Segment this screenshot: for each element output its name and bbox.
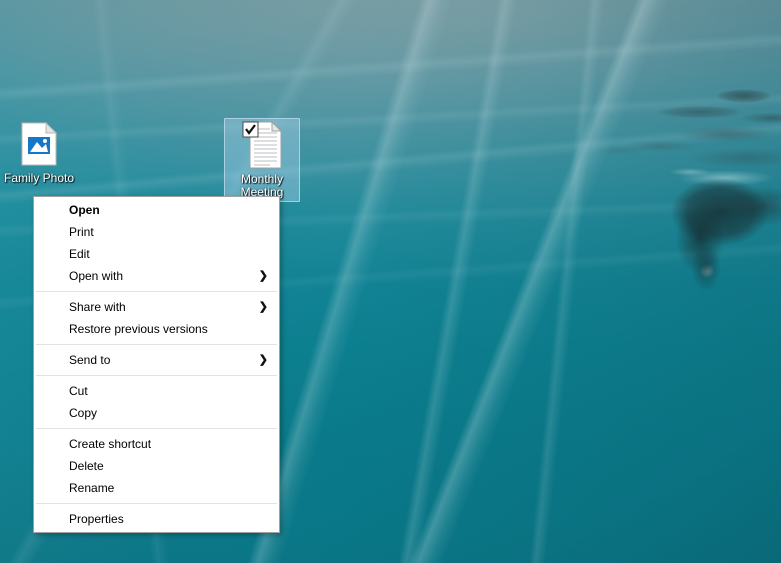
menu-item-open-with[interactable]: Open with ❯ (34, 265, 279, 287)
menu-item-send-to[interactable]: Send to ❯ (34, 349, 279, 371)
menu-separator (36, 503, 277, 504)
menu-item-properties[interactable]: Properties (34, 508, 279, 530)
menu-item-label: Send to (69, 353, 111, 367)
menu-item-label: Cut (69, 384, 88, 398)
menu-item-label: Copy (69, 406, 98, 420)
menu-separator (36, 428, 277, 429)
context-menu[interactable]: Open Print Edit Open with ❯ Share with ❯ Restor… (33, 196, 280, 533)
menu-item-rename[interactable]: Rename (34, 477, 279, 499)
menu-item-label: Open (69, 203, 100, 217)
menu-item-label: Open with (69, 269, 124, 283)
menu-separator (36, 375, 277, 376)
menu-item-label: Print (69, 225, 94, 239)
menu-item-edit[interactable]: Edit (34, 243, 279, 265)
menu-item-print[interactable]: Print (34, 221, 279, 243)
menu-item-label: Edit (69, 247, 90, 261)
desktop-icon-label: Family Photo (3, 171, 75, 185)
image-file-icon (1, 120, 77, 168)
menu-item-create-shortcut[interactable]: Create shortcut (34, 433, 279, 455)
menu-item-restore-previous-versions[interactable]: Restore previous versions (34, 318, 279, 340)
checkbox-checked-icon (242, 121, 259, 138)
submenu-chevron-right-icon: ❯ (258, 270, 268, 282)
desktop-icon-family-photo[interactable]: Family Photo (1, 120, 77, 185)
menu-separator (36, 291, 277, 292)
submenu-chevron-right-icon: ❯ (258, 301, 268, 313)
menu-separator (36, 344, 277, 345)
desktop-icon-monthly-meeting[interactable]: Monthly Meeting (224, 118, 300, 202)
menu-item-share-with[interactable]: Share with ❯ (34, 296, 279, 318)
menu-item-label: Properties (69, 512, 124, 526)
desktop[interactable]: Family Photo Monthly Meeting Open Print … (0, 0, 781, 563)
menu-item-label: Create shortcut (69, 437, 152, 451)
submenu-chevron-right-icon: ❯ (258, 354, 268, 366)
text-document-icon (226, 121, 298, 169)
menu-item-label: Share with (69, 300, 126, 314)
menu-item-copy[interactable]: Copy (34, 402, 279, 424)
menu-item-cut[interactable]: Cut (34, 380, 279, 402)
menu-item-label: Restore previous versions (69, 322, 208, 336)
menu-item-delete[interactable]: Delete (34, 455, 279, 477)
menu-item-label: Rename (69, 481, 115, 495)
menu-item-label: Delete (69, 459, 104, 473)
menu-item-open[interactable]: Open (34, 199, 279, 221)
